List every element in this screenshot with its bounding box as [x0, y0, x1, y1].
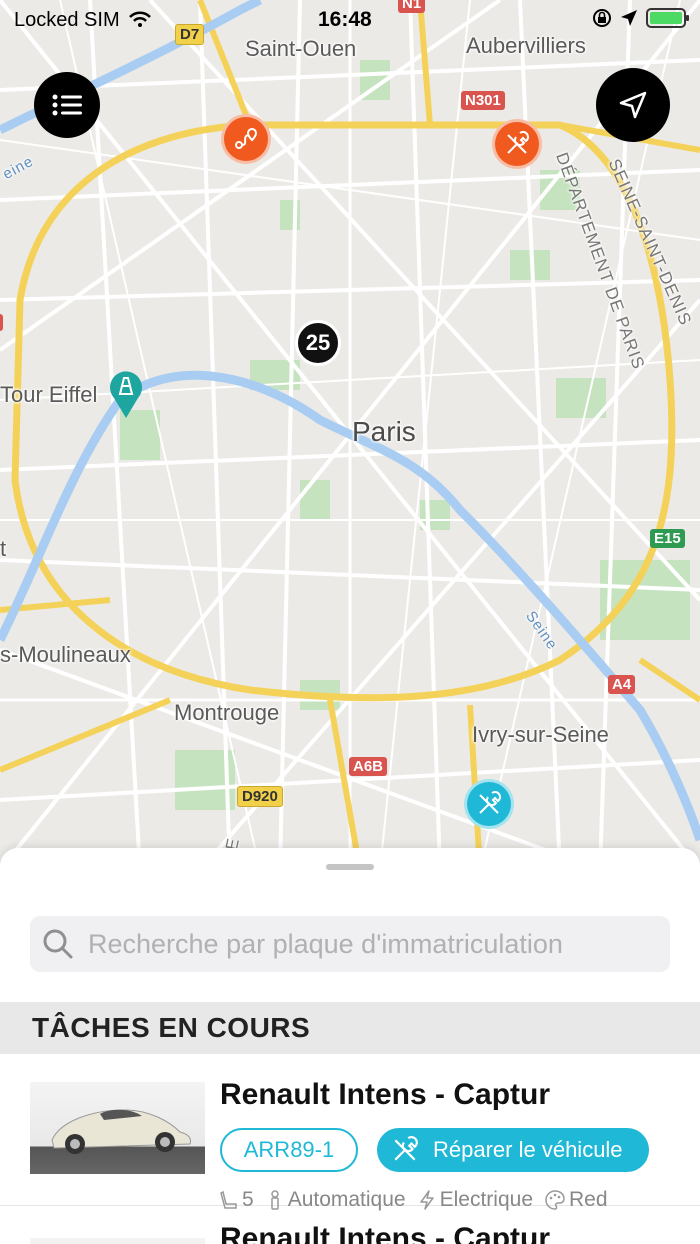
- sheet-grabber[interactable]: [326, 864, 374, 870]
- orientation-lock-icon: [593, 9, 611, 27]
- map-label-edge-t: t: [0, 536, 7, 561]
- battery-icon: [646, 8, 689, 28]
- repair-tools-icon: [394, 1136, 418, 1161]
- road-badge-d920: D920: [237, 786, 283, 807]
- tasks-bottom-sheet[interactable]: TÂCHES EN COURS Renault Intens - Captur …: [0, 848, 700, 1244]
- eiffel-tower-landmark-icon[interactable]: [108, 368, 144, 418]
- status-bar: Locked SIM 16:48: [0, 0, 700, 40]
- search-icon: [43, 929, 73, 959]
- plate-search-input[interactable]: [88, 928, 668, 960]
- location-arrow-icon: [621, 10, 637, 26]
- locate-me-button[interactable]: [596, 68, 670, 142]
- status-carrier: Locked SIM: [14, 9, 152, 32]
- carrier-label: Locked SIM: [14, 9, 120, 31]
- vehicle-thumbnail: [30, 1238, 205, 1244]
- vehicle-thumbnail: [30, 1082, 205, 1174]
- task-title: Renault Intens - Captur: [220, 1222, 551, 1244]
- repair-task-pin-icon[interactable]: [492, 119, 542, 169]
- palette-icon: [545, 1190, 565, 1210]
- map-view[interactable]: Saint-Ouen Aubervilliers Paris Tour Eiff…: [0, 0, 700, 870]
- map-label-montrouge: Montrouge: [174, 700, 280, 725]
- task-list-item[interactable]: Renault Intens - Captur ARR89-1 Réparer …: [0, 1064, 700, 1211]
- map-cluster[interactable]: 25: [295, 320, 341, 366]
- road-badge-e15: E15: [650, 529, 685, 548]
- map-label-ivry: Ivry-sur-Seine: [472, 722, 609, 747]
- route-task-pin-icon[interactable]: [221, 114, 271, 164]
- road-badge-n301: N301: [461, 91, 505, 110]
- road-badge-edge: 5: [0, 314, 4, 331]
- wifi-icon: [129, 11, 152, 27]
- list-menu-button[interactable]: [34, 72, 100, 138]
- navigation-arrow-icon: [619, 91, 647, 119]
- road-badge-a6b: A6B: [349, 757, 388, 776]
- repair-vehicle-button[interactable]: Réparer le véhicule: [377, 1128, 649, 1172]
- lightning-icon: [419, 1190, 434, 1210]
- section-header: TÂCHES EN COURS: [0, 1002, 700, 1054]
- repair-task-pin-cyan-icon[interactable]: [464, 779, 514, 829]
- map-label-paris: Paris: [352, 416, 416, 447]
- section-title: TÂCHES EN COURS: [32, 1012, 311, 1043]
- task-list-item[interactable]: Renault Intens - Captur: [0, 1208, 700, 1244]
- task-title: Renault Intens - Captur: [220, 1078, 551, 1111]
- plate-badge: ARR89-1: [220, 1128, 358, 1172]
- list-icon: [52, 94, 82, 116]
- map-label-moulineaux: s-Moulineaux: [0, 642, 131, 667]
- repair-vehicle-label: Réparer le véhicule: [433, 1137, 623, 1162]
- seat-icon: [220, 1190, 237, 1209]
- road-badge-a4: A4: [608, 675, 636, 694]
- gear-stick-icon: [270, 1190, 279, 1210]
- map-label-tour-eiffel: Tour Eiffel: [0, 382, 98, 407]
- plate-search-bar[interactable]: [30, 916, 670, 972]
- status-time: 16:48: [318, 8, 372, 31]
